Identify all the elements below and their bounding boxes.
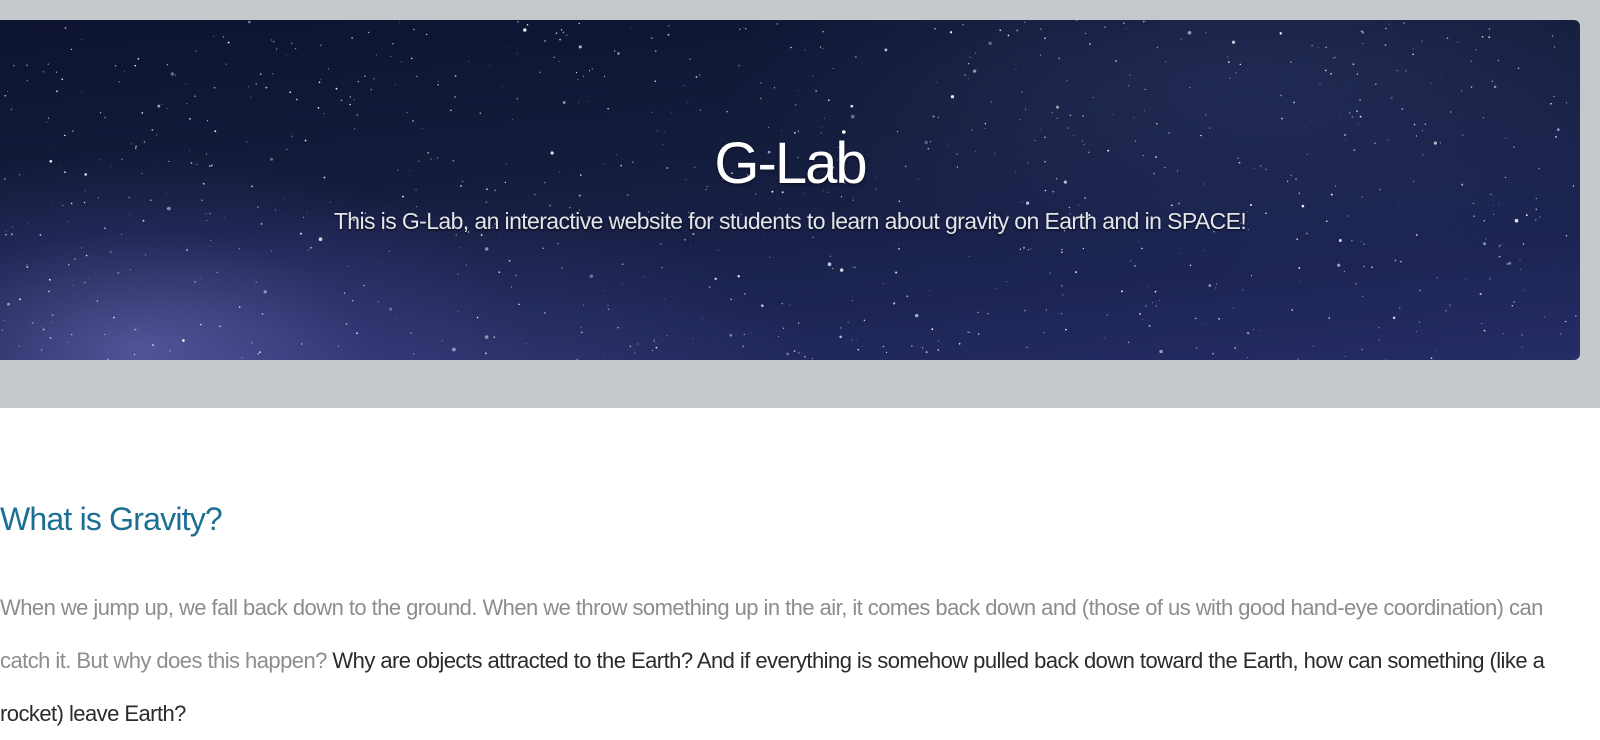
intro-paragraph: When we jump up, we fall back down to th… xyxy=(0,581,1585,740)
site-tagline: This is G-Lab, an interactive website fo… xyxy=(333,208,1247,234)
site-title: G-Lab xyxy=(714,131,867,196)
section-heading: What is Gravity? xyxy=(0,501,223,537)
hero-banner: G-Lab This is G-Lab, an interactive webs… xyxy=(0,20,1580,360)
